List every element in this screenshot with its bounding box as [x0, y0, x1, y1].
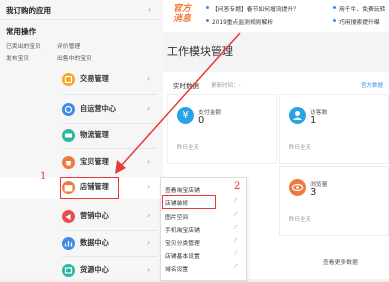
nav-label: 物流管理 — [80, 130, 109, 139]
nav-trade-manage[interactable]: 交易管理 › — [0, 69, 160, 91]
trade-icon — [62, 73, 75, 86]
metric-value: 3 — [310, 187, 317, 198]
metric-footer: 昨日全天 — [177, 145, 200, 151]
chevron-right-icon: › — [147, 265, 151, 274]
realtime-label: 实时数据 — [173, 82, 199, 90]
metric-card-pay: ¥ 支付金额 0 昨日全天 — [167, 94, 277, 164]
notice-bar: 官方 消息 【问答专题】春节如何增流提升？ 2019重点监测规则解析 用千牛、免… — [163, 0, 389, 32]
nav-data-center[interactable]: 数据中心 › — [0, 233, 160, 255]
common-ops-title: 常用操作 — [6, 27, 36, 36]
nav-label: 营销中心 — [80, 211, 109, 220]
yen-icon: ¥ — [177, 107, 194, 124]
metric-footer: 昨日全天 — [289, 217, 312, 223]
bullet-icon — [206, 6, 209, 9]
chevron-right-icon: › — [147, 74, 151, 83]
common-op-review-manage[interactable]: 评价管理 — [57, 41, 80, 50]
supply-center-icon — [62, 264, 75, 277]
link-icon: ⤤ — [234, 224, 238, 231]
nav-label: 数据中心 — [80, 238, 109, 247]
nav-label: 宝贝管理 — [80, 157, 109, 166]
nav-self-operation[interactable]: 自运营中心 › — [0, 99, 160, 121]
chevron-right-icon: › — [147, 182, 151, 191]
submenu-mobile-store[interactable]: 手机淘宝店铺 — [165, 225, 200, 234]
link-icon: ⤤ — [234, 237, 238, 244]
notice-badge: 官方 消息 — [173, 4, 191, 24]
bullet-icon — [333, 6, 336, 9]
step-1-label: 1 — [40, 171, 47, 182]
item-manage-icon — [62, 156, 75, 169]
page-title: 工作模块管理 — [167, 45, 233, 58]
nav-label: 货源中心 — [80, 265, 109, 274]
more-data-link[interactable]: 查看更多数据 — [323, 257, 358, 266]
nav-item-manage[interactable]: 宝贝管理 › — [0, 152, 160, 174]
metric-value: 1 — [310, 115, 317, 126]
chevron-right-icon: › — [147, 130, 151, 139]
nav-label: 交易管理 — [80, 74, 109, 83]
notice-badge-line2: 消息 — [173, 14, 192, 24]
nav-label: 自运营中心 — [80, 104, 116, 113]
submenu-basic-settings[interactable]: 店铺基本设置 — [165, 251, 200, 260]
nav-marketing[interactable]: 营销中心 › — [0, 206, 160, 228]
chevron-right-icon: › — [147, 104, 151, 113]
highlight-box-store-decoration — [162, 195, 216, 209]
metric-footer: 昨日全天 — [289, 145, 312, 151]
submenu-category-manage[interactable]: 宝贝分类管理 — [165, 238, 200, 247]
update-time: 更新时间：- — [211, 83, 241, 89]
marketing-icon — [62, 210, 75, 223]
link-icon: ⤤ — [234, 263, 238, 270]
submenu-view-store[interactable]: 查看淘宝店铺 — [165, 185, 200, 194]
bullet-icon — [333, 19, 336, 22]
chevron-right-icon: › — [147, 157, 151, 166]
sidebar: 我订购的应用 › 常用操作 已卖出的宝贝 评价管理 发布宝贝 出售中的宝贝 交易… — [0, 0, 163, 279]
metric-card-visitors: 访客数 1 昨日全天 — [279, 94, 389, 164]
chevron-right-icon: › — [147, 211, 151, 220]
data-center-icon — [62, 237, 75, 250]
common-op-sold-items[interactable]: 已卖出的宝贝 — [6, 41, 41, 50]
store-manage-submenu: 查看淘宝店铺 ⤤ 店铺装修 ⤤ 图片空间 ⤤ 手机淘宝店铺 ⤤ 宝贝分类管理 ⤤… — [160, 177, 247, 281]
link-icon: ⤤ — [234, 211, 238, 218]
chevron-right-icon[interactable]: › — [148, 5, 151, 14]
eye-icon — [289, 179, 306, 196]
step-2-label: 2 — [234, 181, 241, 192]
notice-item[interactable]: 【问答专题】春节如何增流提升？ — [212, 4, 299, 13]
common-op-on-sale-items[interactable]: 出售中的宝贝 — [57, 53, 92, 62]
official-data-link[interactable]: 官方数据 — [361, 81, 383, 89]
notice-item[interactable]: 用千牛、免费玩转 — [339, 4, 389, 13]
self-operation-icon — [62, 103, 75, 116]
notice-item[interactable]: 2019重点监测规则解析 — [212, 17, 273, 26]
my-apps-title[interactable]: 我订购的应用 — [6, 5, 51, 16]
visitor-icon — [289, 107, 306, 124]
submenu-image-space[interactable]: 图片空间 — [165, 212, 188, 221]
highlight-box-store-manage — [60, 177, 119, 199]
notice-item[interactable]: 巧用搜索提升曝 — [339, 17, 389, 26]
nav-logistics[interactable]: 物流管理 › — [0, 125, 160, 147]
link-icon: ⤤ — [234, 197, 238, 204]
metric-card-pageviews: 浏览量 3 昨日全天 — [279, 166, 389, 236]
notice-badge-line1: 官方 — [173, 4, 192, 14]
common-op-publish-item[interactable]: 发布宝贝 — [6, 53, 29, 62]
metric-value: 0 — [198, 115, 205, 126]
submenu-domain-settings[interactable]: 域名设置 — [165, 264, 188, 273]
bullet-icon — [206, 19, 209, 22]
logistics-icon — [62, 129, 75, 142]
chevron-right-icon: › — [147, 238, 151, 247]
link-icon: ⤤ — [234, 250, 238, 257]
